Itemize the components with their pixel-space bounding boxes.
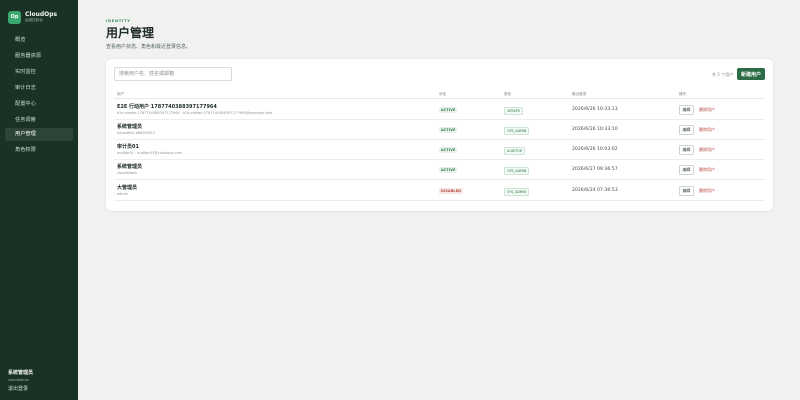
column-header-role: 角色 [504,92,512,96]
sidebar: Op CloudOps 运维控制台 概览 服务器资源 实时监控 审计日志 配置中… [0,0,78,400]
table-row: 系统管理员 e2eadmin-e8d9f1053 ACTIVE OPS_ADMI… [114,120,765,140]
brand[interactable]: Op CloudOps 运维控制台 [0,0,78,26]
user-name: 系统管理员 [117,164,143,170]
delete-user-link[interactable]: 删除用户 [699,127,715,133]
status-badge: ACTIVE [439,167,458,173]
edit-button[interactable]: 编辑 [679,144,694,155]
role-badge: VIEWER [504,107,523,115]
brand-subtitle: 运维控制台 [25,18,43,22]
column-header-last-login: 最近登录 [572,92,587,96]
sidebar-item-tasks[interactable]: 任务调度 [5,114,73,127]
page-subtitle: 查看用户状态、角色和最近登录信息。 [106,44,192,50]
current-user: 系统管理员 cloudadmin 退出登录 [8,370,33,393]
column-header-user: 用户 [117,92,125,96]
sidebar-item-config[interactable]: 配置中心 [5,98,73,111]
cloudops-logo-icon: Op [8,10,21,24]
users-card: 共 5 个用户 新建用户 用户 状态 角色 最近登录 操作 E2E 行动用户 1… [106,59,773,211]
edit-button[interactable]: 编辑 [679,104,694,115]
column-header-status: 状态 [439,92,447,96]
table-row: 大管理员 admin DISABLED SYS_ADMIN 2026/6/24 … [114,181,765,201]
edit-button[interactable]: 编辑 [679,164,694,175]
role-badge: SYS_ADMIN [504,188,529,196]
user-account: cloudadmin [117,170,138,175]
user-name: E2E 行动用户 1787740388397177964 [117,104,217,110]
sidebar-item-servers[interactable]: 服务器资源 [5,50,73,63]
last-login: 2026/6/26 10:33:13 [572,107,618,112]
edit-button[interactable]: 编辑 [679,124,694,135]
status-badge: ACTIVE [439,107,458,113]
role-badge: OPS_ADMIN [504,167,530,175]
new-user-button[interactable]: 新建用户 [737,68,765,80]
role-badge: AUDITOR [504,147,526,155]
user-account: admin [117,191,128,196]
search-input[interactable] [114,67,232,81]
table-row: 审计员01 auditor01 · auditor01@cloudops.com… [114,140,765,160]
delete-user-link[interactable]: 删除用户 [699,167,715,173]
sidebar-item-audit-logs[interactable]: 审计日志 [5,82,73,95]
table-row: 系统管理员 cloudadmin ACTIVE OPS_ADMIN 2026/6… [114,160,765,180]
status-badge: ACTIVE [439,147,458,153]
column-header-actions: 操作 [679,92,687,96]
status-badge: DISABLED [439,188,464,194]
section-eyebrow: IDENTITY [106,18,131,23]
delete-user-link[interactable]: 删除用户 [699,147,715,153]
delete-user-link[interactable]: 删除用户 [699,107,715,113]
delete-user-link[interactable]: 删除用户 [699,188,715,194]
last-login: 2026/6/26 10:03:02 [572,147,618,152]
sidebar-item-users[interactable]: 用户管理 [5,128,73,141]
user-account: auditor01 · auditor01@cloudops.com [117,150,183,155]
last-login: 2026/6/26 10:33:10 [572,127,618,132]
current-user-account: cloudadmin [8,378,29,382]
user-name: 审计员01 [117,144,139,150]
sidebar-item-roles[interactable]: 角色权限 [5,144,73,157]
role-badge: OPS_ADMIN [504,127,530,135]
brand-text: CloudOps 运维控制台 [25,11,57,23]
user-account: e2eadmin-e8d9f1053 [117,130,155,135]
user-name: 大管理员 [117,185,138,191]
sidebar-item-monitoring[interactable]: 实时监控 [5,66,73,79]
edit-button[interactable]: 编辑 [679,185,694,196]
page-title: 用户管理 [106,26,155,40]
last-login: 2026/6/27 09:36:57 [572,167,618,172]
sidebar-nav: 概览 服务器资源 实时监控 审计日志 配置中心 任务调度 用户管理 角色权限 [0,34,78,157]
table-row: E2E 行动用户 1787740388397177964 e2e-viewer-… [114,100,765,120]
current-user-name: 系统管理员 [8,370,34,376]
table-header: 用户 状态 角色 最近登录 操作 [114,91,765,99]
user-name: 系统管理员 [117,124,143,130]
user-account: e2e-viewer-1787740388397177964 · e2e-vie… [117,110,273,115]
logout-link[interactable]: 退出登录 [8,386,33,393]
user-count: 共 5 个用户 [712,72,734,77]
sidebar-item-overview[interactable]: 概览 [5,34,73,47]
status-badge: ACTIVE [439,127,458,133]
last-login: 2026/6/24 07:36:53 [572,188,618,193]
brand-name: CloudOps [25,11,58,18]
